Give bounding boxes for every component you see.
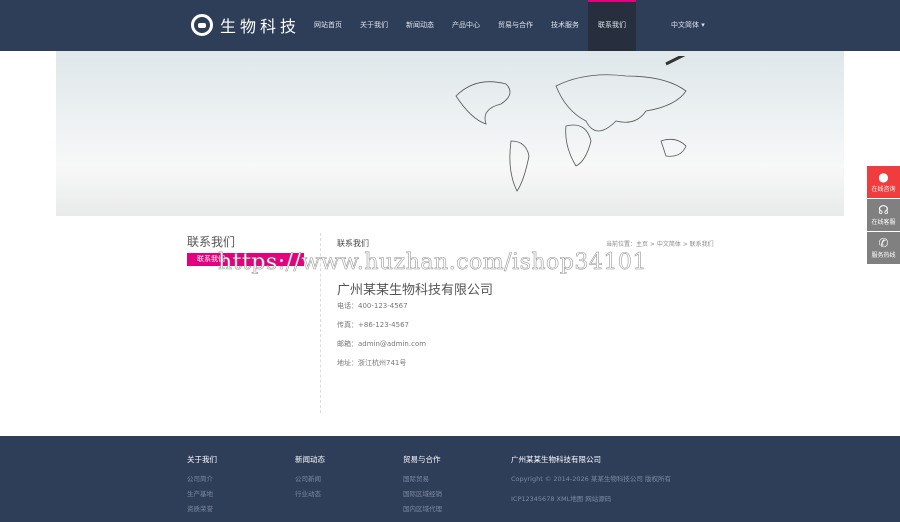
footer-heading: 关于我们 <box>187 455 217 464</box>
phone-text: 电话：400-123-4567 <box>337 302 408 310</box>
qq-icon: ● <box>878 170 889 184</box>
copyright: Copyright © 2014-2026 某某生物科技公司 版权所有 <box>511 475 671 483</box>
company-name: 广州某某生物科技有限公司 <box>337 283 494 298</box>
footer-link[interactable]: 资质荣誉 <box>187 503 217 513</box>
float-online-service[interactable]: ☊ 在线客服 <box>867 199 900 231</box>
header: 生物科技 网站首页 关于我们 新闻动态 产品中心 贸易与合作 技术服务 联系我们… <box>0 0 900 51</box>
footer-link[interactable]: 生产基地 <box>187 488 217 498</box>
footer-col-trade: 贸易与合作 国际贸易 国际区域经销 国内区域代理 <box>403 454 442 518</box>
float-label: 服务热线 <box>871 252 896 259</box>
sidebar-title: 联系我们 <box>187 235 236 249</box>
main-nav: 网站首页 关于我们 新闻动态 产品中心 贸易与合作 技术服务 联系我们 <box>305 0 636 51</box>
footer-heading: 新闻动态 <box>295 455 325 464</box>
logo[interactable]: 生物科技 <box>191 13 300 37</box>
content-title: 联系我们 <box>337 239 369 248</box>
nav-contact[interactable]: 联系我们 <box>588 0 636 51</box>
footer-link[interactable]: 公司新闻 <box>295 473 325 483</box>
footer-col-about: 关于我们 公司简介 生产基地 资质荣誉 <box>187 454 217 518</box>
nav-trade[interactable]: 贸易与合作 <box>489 0 542 51</box>
world-map-illustration <box>455 56 687 192</box>
email-text: 邮箱：admin@admin.com <box>337 340 427 348</box>
watermark: https://www.huzhan.com/ishop34101 <box>218 250 647 276</box>
nav-news[interactable]: 新闻动态 <box>397 0 443 51</box>
language-dropdown[interactable]: 中文简体 ▾ <box>671 0 705 51</box>
banner <box>56 51 844 216</box>
headset-icon: ☊ <box>878 203 889 217</box>
logo-icon <box>191 14 213 36</box>
nav-products[interactable]: 产品中心 <box>443 0 489 51</box>
float-hotline[interactable]: ✆ 服务热线 <box>867 232 900 264</box>
footer-company: 广州某某生物科技有限公司 <box>511 455 601 464</box>
footer-heading: 贸易与合作 <box>403 455 441 464</box>
logo-text: 生物科技 <box>220 17 301 36</box>
footer-link[interactable]: 国内区域代理 <box>403 503 442 513</box>
nav-home[interactable]: 网站首页 <box>305 0 351 51</box>
float-label: 在线咨询 <box>871 186 896 193</box>
footer-link[interactable]: 行业动态 <box>295 488 325 498</box>
float-label: 在线客服 <box>871 219 896 226</box>
float-online-consult[interactable]: ● 在线咨询 <box>867 166 900 198</box>
fax-text: 传真：+86-123-4567 <box>337 321 409 329</box>
nav-tech[interactable]: 技术服务 <box>542 0 588 51</box>
nav-about[interactable]: 关于我们 <box>351 0 397 51</box>
breadcrumb: 当前位置：主页 > 中文简体 > 联系我们 <box>606 241 714 248</box>
footer-link[interactable]: 国际贸易 <box>403 473 442 483</box>
footer-link[interactable]: 公司简介 <box>187 473 217 483</box>
footer-col-news: 新闻动态 公司新闻 行业动态 <box>295 454 325 503</box>
icp-links[interactable]: ICP12345678 XML地图 网站源码 <box>511 493 671 503</box>
footer-col-company: 广州某某生物科技有限公司 Copyright © 2014-2026 某某生物科… <box>511 454 671 508</box>
address-text: 地址：浙江杭州741号 <box>337 359 407 367</box>
phone-icon: ✆ <box>878 236 889 250</box>
footer: 关于我们 公司简介 生产基地 资质荣誉 新闻动态 公司新闻 行业动态 贸易与合作… <box>0 436 900 522</box>
footer-link[interactable]: 国际区域经销 <box>403 488 442 498</box>
